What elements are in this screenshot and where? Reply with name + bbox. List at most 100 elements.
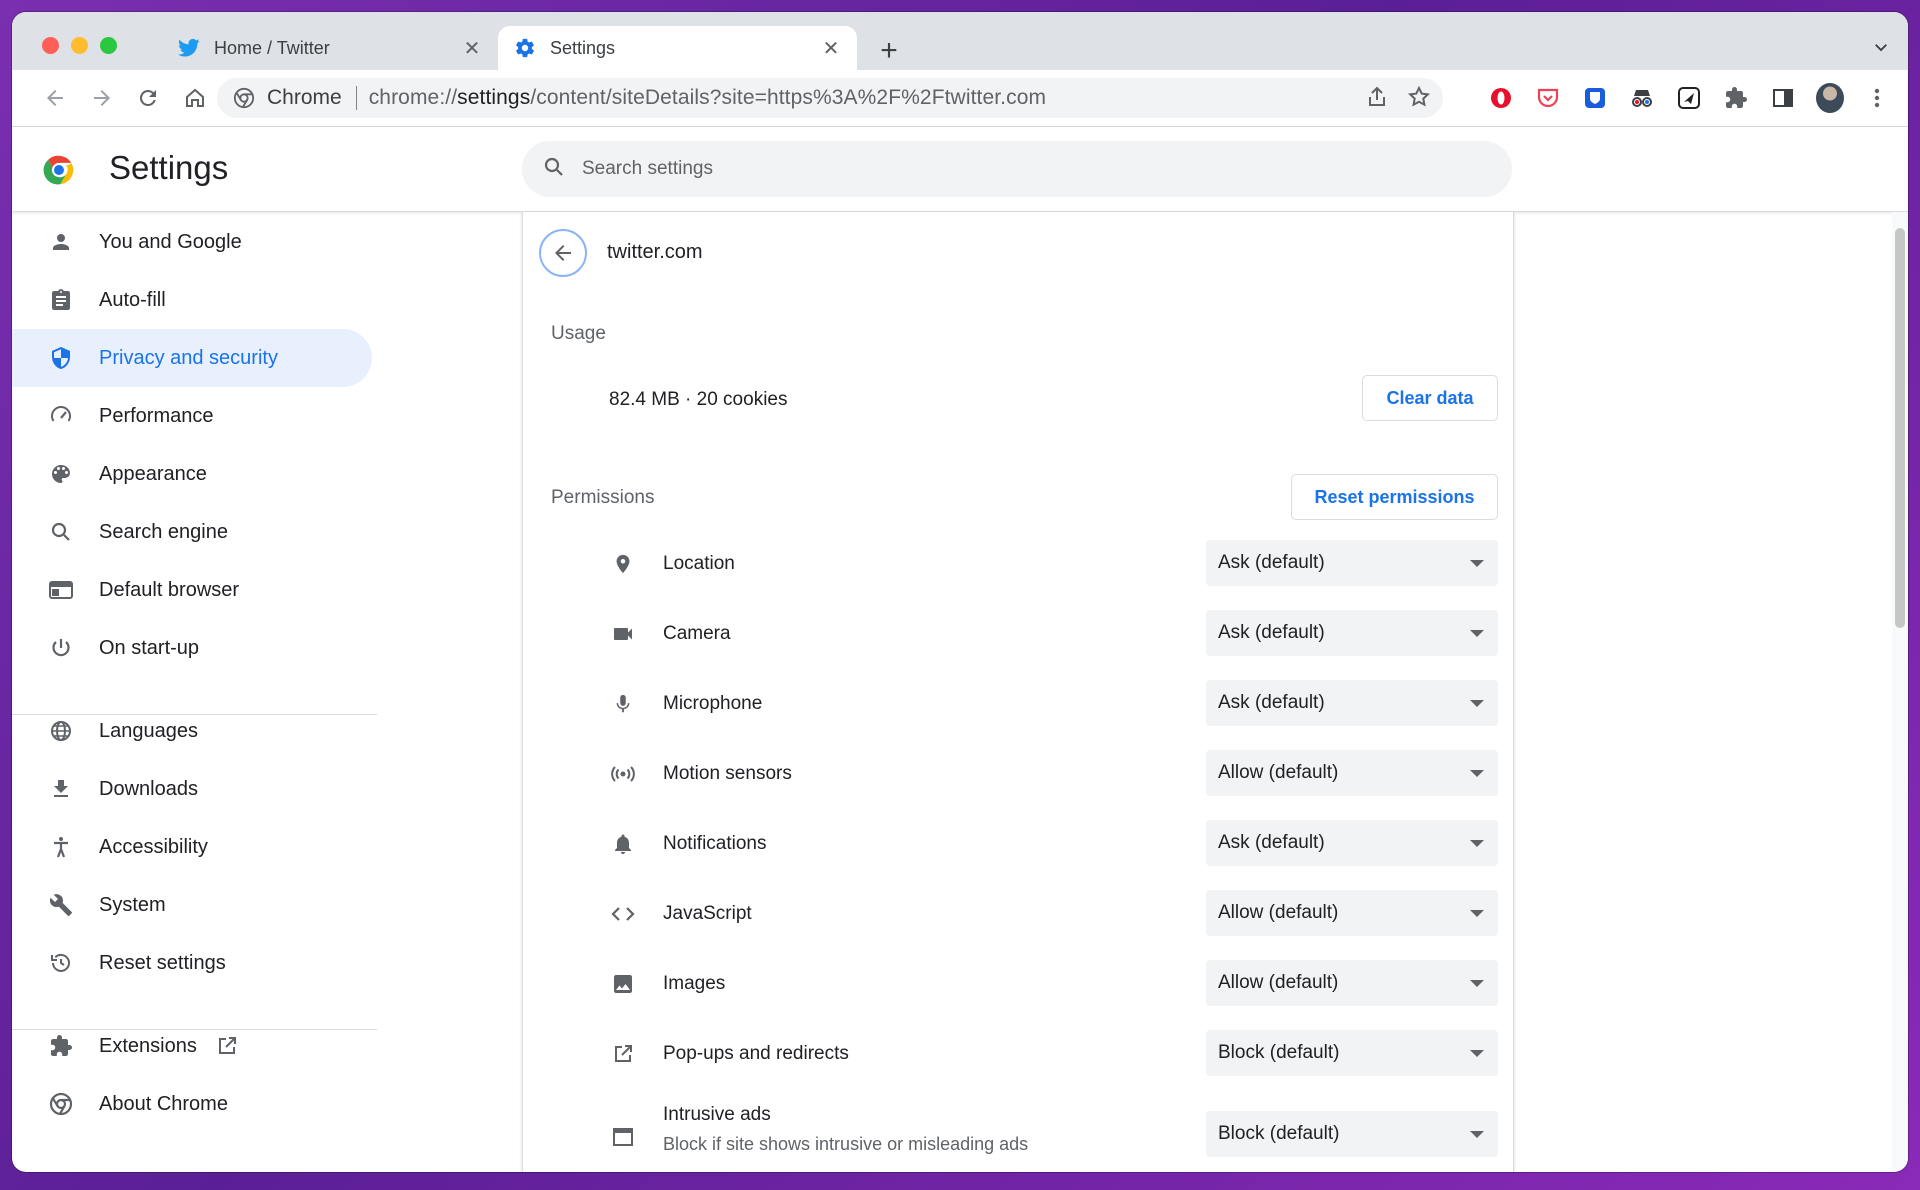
sidebar-item-search-engine[interactable]: Search engine — [12, 503, 372, 561]
send-extension-icon[interactable] — [1675, 84, 1703, 112]
sidebar-item-on-startup[interactable]: On start-up — [12, 619, 372, 677]
address-bar[interactable]: Chrome chrome://settings/content/siteDet… — [217, 78, 1443, 118]
tab-twitter[interactable]: Home / Twitter ✕ — [162, 26, 498, 70]
location-pin-icon — [609, 550, 637, 578]
close-window-button[interactable] — [42, 37, 59, 54]
site-info-chip[interactable]: Chrome — [233, 86, 342, 110]
opera-extension-icon[interactable] — [1487, 84, 1515, 112]
sidebar-item-about-chrome[interactable]: About Chrome — [12, 1075, 372, 1133]
sidebar-item-default-browser[interactable]: Default browser — [12, 561, 372, 619]
scrollbar-thumb[interactable] — [1895, 228, 1905, 628]
palette-icon — [47, 460, 75, 488]
dropdown-caret-icon — [1470, 979, 1484, 987]
select-value: Ask (default) — [1218, 832, 1325, 853]
motion-sensor-icon — [609, 760, 637, 788]
clear-data-button[interactable]: Clear data — [1362, 375, 1498, 421]
location-select[interactable]: Ask (default) — [1206, 540, 1498, 586]
sidebar-item-extensions[interactable]: Extensions — [12, 1017, 372, 1075]
close-icon[interactable]: ✕ — [460, 36, 484, 60]
site-title: twitter.com — [607, 241, 703, 263]
sidebar-item-label: Extensions — [99, 1034, 197, 1057]
sidebar-item-label: Downloads — [99, 777, 198, 800]
back-button[interactable] — [539, 229, 587, 277]
dropdown-caret-icon — [1470, 559, 1484, 567]
sidebar-item-downloads[interactable]: Downloads — [12, 760, 372, 818]
omnibox-actions — [1365, 84, 1431, 116]
twitter-icon — [178, 37, 200, 59]
sidebar-item-label: Accessibility — [99, 835, 208, 858]
permission-label: Motion sensors — [663, 763, 792, 784]
accessibility-icon — [47, 833, 75, 861]
microphone-select[interactable]: Ask (default) — [1206, 680, 1498, 726]
select-value: Allow (default) — [1218, 902, 1339, 923]
power-icon — [47, 634, 75, 662]
sidebar: You and Google Auto-fill Privacy and sec… — [12, 212, 380, 1172]
close-icon[interactable]: ✕ — [819, 36, 843, 60]
settings-search[interactable] — [522, 141, 1512, 197]
camera-select[interactable]: Ask (default) — [1206, 610, 1498, 656]
select-value: Ask (default) — [1218, 692, 1325, 713]
sidebar-item-autofill[interactable]: Auto-fill — [12, 271, 372, 329]
pocket-icon[interactable] — [1534, 84, 1562, 112]
chevron-down-icon[interactable] — [1872, 38, 1890, 61]
bookmark-star-icon[interactable] — [1407, 84, 1431, 116]
image-icon — [609, 970, 637, 998]
popups-select[interactable]: Block (default) — [1206, 1030, 1498, 1076]
new-tab-button[interactable]: + — [874, 34, 904, 67]
sidebar-item-reset-settings[interactable]: Reset settings — [12, 934, 372, 992]
code-icon — [609, 900, 637, 928]
permission-label: Microphone — [663, 693, 763, 714]
dropdown-caret-icon — [1470, 839, 1484, 847]
permission-sublabel: Block if site shows intrusive or mislead… — [663, 1134, 1029, 1154]
sidebar-item-appearance[interactable]: Appearance — [12, 445, 372, 503]
url-path: /content/siteDetails?site=https%3A%2F%2F… — [530, 86, 1047, 109]
dropdown-caret-icon — [1470, 769, 1484, 777]
permission-row-microphone: Microphone Ask (default) — [523, 669, 1513, 739]
clipboard-icon — [47, 286, 75, 314]
permission-row-intrusive-ads: Intrusive ads Block if site shows intrus… — [523, 1089, 1513, 1172]
gear-icon — [514, 37, 536, 59]
sidebar-item-label: You and Google — [99, 230, 242, 253]
forward-icon[interactable] — [88, 84, 116, 112]
sidebar-item-label: Default browser — [99, 578, 240, 601]
microphone-icon — [609, 690, 637, 718]
dropdown-caret-icon — [1470, 629, 1484, 637]
maximize-window-button[interactable] — [100, 37, 117, 54]
usage-value: 82.4 MB · 20 cookies — [609, 389, 788, 410]
kebab-menu-icon[interactable] — [1863, 84, 1891, 112]
back-icon[interactable] — [41, 84, 69, 112]
bitwarden-icon[interactable] — [1581, 84, 1609, 112]
notifications-select[interactable]: Ask (default) — [1206, 820, 1498, 866]
sidebar-item-system[interactable]: System — [12, 876, 372, 934]
reload-icon[interactable] — [134, 84, 162, 112]
history-icon — [47, 949, 75, 977]
sidebar-item-languages[interactable]: Languages — [12, 702, 372, 760]
reset-permissions-button[interactable]: Reset permissions — [1291, 474, 1498, 520]
incognito-extension-icon[interactable] — [1628, 84, 1656, 112]
tab-settings[interactable]: Settings ✕ — [498, 26, 857, 70]
sidebar-item-you-and-google[interactable]: You and Google — [12, 213, 372, 271]
minimize-window-button[interactable] — [71, 37, 88, 54]
url-text[interactable]: chrome://settings/content/siteDetails?si… — [369, 86, 1046, 110]
motion-sensors-select[interactable]: Allow (default) — [1206, 750, 1498, 796]
intrusive-ads-select[interactable]: Block (default) — [1206, 1111, 1498, 1157]
side-panel-icon[interactable] — [1769, 84, 1797, 112]
shield-icon — [47, 344, 75, 372]
usage-heading: Usage — [551, 323, 606, 344]
puzzle-icon[interactable] — [1722, 84, 1750, 112]
sidebar-item-accessibility[interactable]: Accessibility — [12, 818, 372, 876]
sidebar-item-label: About Chrome — [99, 1092, 228, 1115]
sidebar-item-performance[interactable]: Performance — [12, 387, 372, 445]
search-input[interactable] — [580, 157, 1384, 181]
home-icon[interactable] — [181, 84, 209, 112]
permission-row-popups: Pop-ups and redirects Block (default) — [523, 1019, 1513, 1089]
images-select[interactable]: Allow (default) — [1206, 960, 1498, 1006]
avatar[interactable] — [1816, 83, 1844, 113]
javascript-select[interactable]: Allow (default) — [1206, 890, 1498, 936]
url-host: settings — [457, 86, 531, 109]
sidebar-item-privacy-and-security[interactable]: Privacy and security — [12, 329, 372, 387]
share-icon[interactable] — [1365, 84, 1389, 116]
browser-window-icon — [47, 576, 75, 604]
select-value: Allow (default) — [1218, 972, 1339, 993]
dropdown-caret-icon — [1470, 699, 1484, 707]
